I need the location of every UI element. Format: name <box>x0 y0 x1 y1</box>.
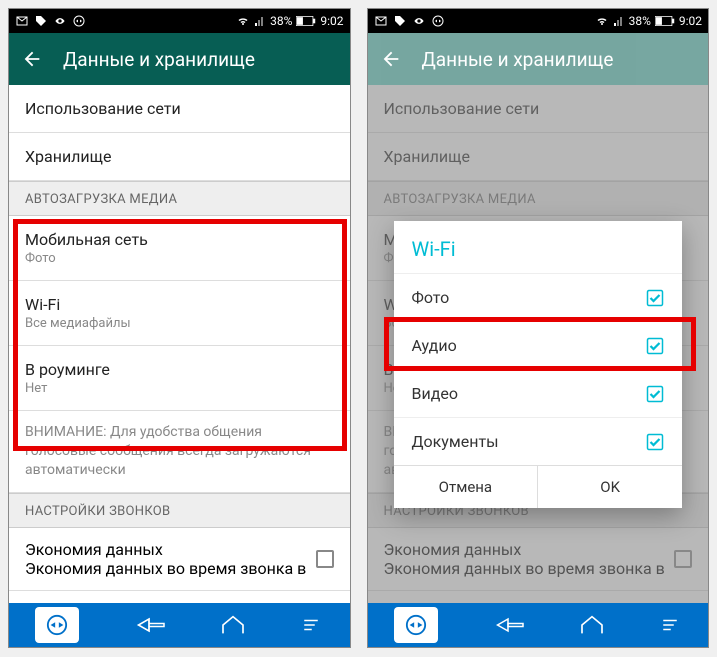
app-bar: Данные и хранилище <box>9 33 350 85</box>
eye-icon <box>53 16 67 26</box>
phone-left: 38% 9:02 Данные и хранилище Использовани… <box>8 8 351 648</box>
mail-icon <box>15 15 29 27</box>
teamviewer-icon <box>73 15 85 27</box>
dialog-button-bar: Отмена OK <box>394 465 683 508</box>
app-bar: Данные и хранилище <box>368 33 709 85</box>
row-storage[interactable]: Хранилище <box>9 133 350 181</box>
android-nav-bar <box>368 603 709 647</box>
eye-icon <box>412 16 426 26</box>
row-label: Wi-Fi <box>25 295 334 314</box>
nav-recent-icon[interactable] <box>299 616 323 634</box>
row-sublabel: Все медиафайлы <box>25 316 334 331</box>
signal-icon <box>613 15 625 27</box>
row-network-usage[interactable]: Использование сети <box>9 85 350 133</box>
nav-back-icon[interactable] <box>490 615 526 635</box>
dialog-item-label: Видео <box>412 384 458 403</box>
checkbox-checked-icon[interactable] <box>646 385 664 403</box>
row-label: Экономия данных <box>25 540 316 559</box>
row-label: В роуминге <box>25 360 334 379</box>
cancel-button[interactable]: Отмена <box>394 466 538 508</box>
section-call-settings: НАСТРОЙКИ ЗВОНКОВ <box>9 493 350 528</box>
checkbox-checked-icon[interactable] <box>646 289 664 307</box>
section-auto-download: АВТОЗАГРУЗКА МЕДИА <box>9 181 350 216</box>
battery-text: 38% <box>629 14 651 28</box>
row-mobile-data[interactable]: Мобильная сеть Фото <box>9 216 350 281</box>
nav-teamviewer-button[interactable] <box>394 607 438 643</box>
checkbox-unchecked[interactable] <box>316 550 334 568</box>
appbar-title: Данные и хранилище <box>422 48 614 71</box>
row-sublabel: Экономия данных во время звонка в <box>25 559 316 578</box>
row-sublabel: Фото <box>25 251 334 266</box>
nav-teamviewer-button[interactable] <box>35 607 79 643</box>
clock-text: 9:02 <box>679 14 702 28</box>
ok-button[interactable]: OK <box>537 466 682 508</box>
clock-text: 9:02 <box>320 14 343 28</box>
checkbox-checked-icon[interactable] <box>646 433 664 451</box>
dialog-item-photo[interactable]: Фото <box>394 273 683 321</box>
nav-recent-icon[interactable] <box>658 616 682 634</box>
row-label: Мобильная сеть <box>25 230 334 249</box>
dialog-item-docs[interactable]: Документы <box>394 417 683 465</box>
row-wifi[interactable]: Wi-Fi Все медиафайлы <box>9 281 350 346</box>
row-low-data[interactable]: Экономия данных Экономия данных во время… <box>9 528 350 591</box>
dialog-item-video[interactable]: Видео <box>394 369 683 417</box>
row-label: Использование сети <box>25 99 334 118</box>
dialog-item-label: Документы <box>412 432 499 451</box>
back-icon <box>380 48 402 70</box>
nav-home-icon[interactable] <box>219 615 247 635</box>
nav-back-icon[interactable] <box>131 615 167 635</box>
wifi-icon <box>236 15 250 27</box>
status-bar: 38% 9:02 <box>9 9 350 33</box>
battery-icon <box>655 15 675 27</box>
dialog-item-label: Фото <box>412 288 450 307</box>
nav-home-icon[interactable] <box>578 615 606 635</box>
status-bar: 38% 9:02 <box>368 9 709 33</box>
settings-list: Использование сети Хранилище АВТОЗАГРУЗК… <box>9 85 350 603</box>
appbar-title: Данные и хранилище <box>63 48 255 71</box>
phone-right: 38% 9:02 Данные и хранилище Использовани… <box>367 8 710 648</box>
android-nav-bar <box>9 603 350 647</box>
back-icon[interactable] <box>21 48 43 70</box>
signal-icon <box>254 15 266 27</box>
auto-download-note: ВНИМАНИЕ: Для удобства общения голосовые… <box>9 411 350 493</box>
tag-icon <box>394 15 406 27</box>
row-label: Хранилище <box>25 147 334 166</box>
checkbox-checked-icon[interactable] <box>646 337 664 355</box>
battery-icon <box>296 15 316 27</box>
row-sublabel: Нет <box>25 381 334 396</box>
wifi-icon <box>595 15 609 27</box>
dialog-title: Wi-Fi <box>394 221 683 273</box>
tag-icon <box>35 15 47 27</box>
wifi-dialog: Wi-Fi Фото Аудио Видео Документы Отмена … <box>394 221 683 508</box>
settings-list-dimmed: Использование сети Хранилище АВТОЗАГРУЗК… <box>368 85 709 603</box>
dialog-item-audio[interactable]: Аудио <box>394 321 683 369</box>
mail-icon <box>374 15 388 27</box>
battery-text: 38% <box>270 14 292 28</box>
dialog-item-label: Аудио <box>412 336 457 355</box>
teamviewer-icon <box>432 15 444 27</box>
row-roaming[interactable]: В роуминге Нет <box>9 346 350 411</box>
